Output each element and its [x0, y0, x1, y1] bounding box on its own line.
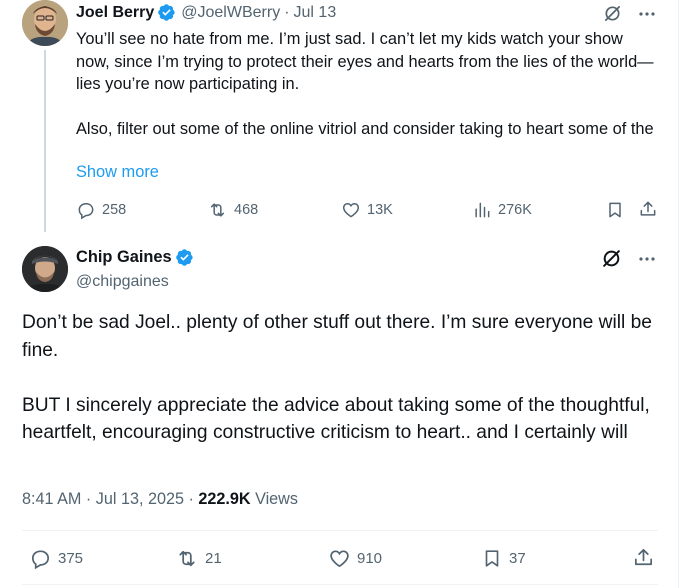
- reply-count: 375: [58, 550, 84, 567]
- reply-count: 258: [102, 202, 127, 218]
- show-more-link[interactable]: Show more: [76, 163, 159, 182]
- like-button[interactable]: 910: [328, 547, 382, 570]
- repost-icon: [210, 203, 225, 217]
- views-label: Views: [250, 490, 298, 508]
- reply-paragraph: Also, filter out some of the online vitr…: [76, 120, 654, 138]
- reply-icon: [31, 550, 50, 570]
- bottom-divider: [22, 584, 658, 585]
- repost-icon: [179, 550, 195, 567]
- bookmark-icon: [485, 550, 499, 567]
- views-button[interactable]: 276K: [472, 200, 532, 220]
- verified-badge-icon[interactable]: [157, 3, 176, 22]
- main-top-actions: [601, 248, 656, 269]
- handle[interactable]: @chipgaines: [76, 273, 169, 291]
- display-name[interactable]: Chip Gaines: [76, 248, 172, 267]
- stats-divider: [22, 530, 658, 531]
- main-paragraph: BUT I sincerely appreciate the advice ab…: [22, 394, 650, 444]
- share-icon[interactable]: [632, 546, 655, 569]
- reply-button[interactable]: 258: [76, 200, 126, 220]
- main-tweet-text: Don’t be sad Joel.. plenty of other stuf…: [22, 309, 662, 447]
- more-icon[interactable]: [638, 250, 656, 268]
- like-icon: [342, 202, 360, 218]
- tweet-date[interactable]: Jul 13: [294, 4, 337, 22]
- views-icon: [475, 202, 490, 218]
- like-count: 13K: [367, 202, 393, 218]
- bookmark-icon[interactable]: [605, 200, 625, 220]
- like-count: 910: [357, 550, 383, 567]
- reply-top-actions: [603, 4, 656, 23]
- grok-icon[interactable]: [601, 248, 622, 269]
- reply-tweet-text: You’ll see no hate from me. I’m just sad…: [76, 28, 661, 141]
- reply-button[interactable]: 375: [29, 547, 83, 570]
- like-icon: [330, 550, 349, 568]
- separator-dot: ·: [284, 3, 290, 21]
- display-name[interactable]: Joel Berry: [76, 4, 154, 22]
- main-paragraph: Don’t be sad Joel.. plenty of other stuf…: [22, 312, 652, 361]
- tweet-meta: 8:41 AM · Jul 13, 2025 · 222.9K Views: [22, 490, 298, 509]
- share-icon[interactable]: [638, 199, 658, 219]
- reply-paragraph: You’ll see no hate from me. I’m just sad…: [76, 30, 654, 93]
- repost-button[interactable]: 21: [175, 547, 222, 570]
- verified-badge-icon[interactable]: [175, 248, 194, 267]
- main-header: Chip Gaines: [76, 248, 194, 267]
- thread-connector-line: [44, 50, 46, 232]
- repost-count: 468: [234, 202, 259, 218]
- views-count: 276K: [498, 202, 532, 218]
- reply-tweet[interactable]: Joel Berry @JoelWBerry · Jul 13 You’ll s…: [0, 0, 678, 232]
- grok-icon[interactable]: [603, 4, 622, 23]
- handle[interactable]: @JoelWBerry: [181, 4, 280, 22]
- avatar-chip-gaines[interactable]: [22, 246, 68, 292]
- reply-icon: [78, 203, 94, 220]
- main-tweet: Chip Gaines @chipgaines Don’t be sad Joe…: [0, 232, 678, 588]
- repost-count: 21: [205, 550, 222, 567]
- tweet-timestamp[interactable]: 8:41 AM · Jul 13, 2025 ·: [22, 490, 198, 508]
- bookmark-count: 37: [509, 550, 526, 567]
- more-icon[interactable]: [638, 5, 656, 23]
- views-count: 222.9K: [198, 490, 251, 508]
- avatar-joel-berry[interactable]: [22, 0, 68, 46]
- reply-header: Joel Berry @JoelWBerry · Jul 13: [76, 3, 336, 22]
- bookmark-button[interactable]: 37: [481, 547, 526, 570]
- repost-button[interactable]: 468: [207, 200, 258, 220]
- like-button[interactable]: 13K: [341, 200, 393, 220]
